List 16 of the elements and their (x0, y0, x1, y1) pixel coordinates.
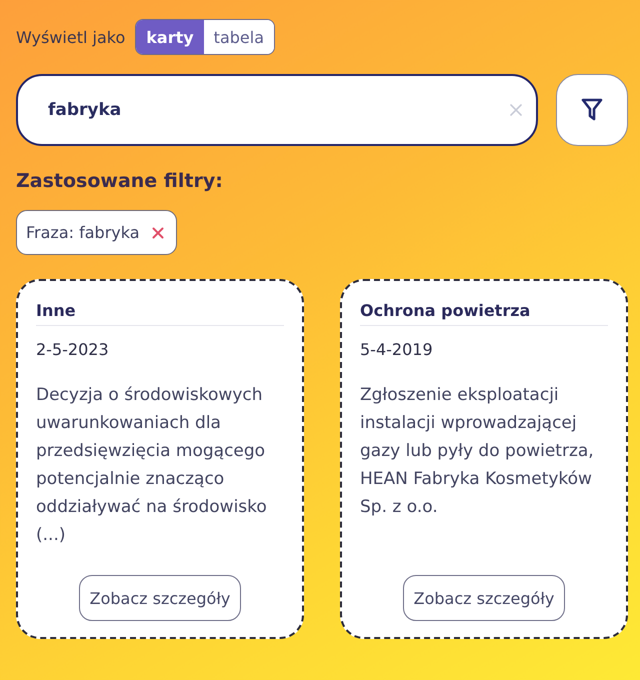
view-option-tab[interactable]: karty (136, 20, 204, 54)
funnel-icon (581, 98, 603, 122)
card-description: Zgłoszenie eksploatacji instalacji wprowadzającej gazy lub pyły do powietrza, HEAN Fabryka Kosmetyków Sp. z o.o. (360, 384, 595, 519)
remove-icon[interactable] (152, 226, 164, 238)
card-description: Decyzja o środowiskowych uwarunkowaniach dla przedsięwzięcia mogącego potencjalnie znacząco oddziaływać na środowisko (...) (36, 384, 268, 547)
filter-button[interactable] (556, 74, 628, 146)
card-date: 2-5-2023 (36, 340, 110, 359)
filter-chip-label: Fraza: fabryka (26, 223, 140, 242)
view-as-label: Wyświetl jako (16, 28, 126, 46)
card-category: Ochrona powietrza (360, 301, 608, 326)
card-category: Inne (36, 301, 284, 326)
details-button[interactable]: Zobacz szczegóły (402, 575, 566, 621)
search-field[interactable]: fabryka (16, 74, 538, 146)
card-date: 5-4-2019 (360, 340, 434, 359)
details-button[interactable]: Zobacz szczegóły (78, 575, 242, 621)
applied-filters-heading: Zastosowane filtry: (16, 170, 224, 192)
